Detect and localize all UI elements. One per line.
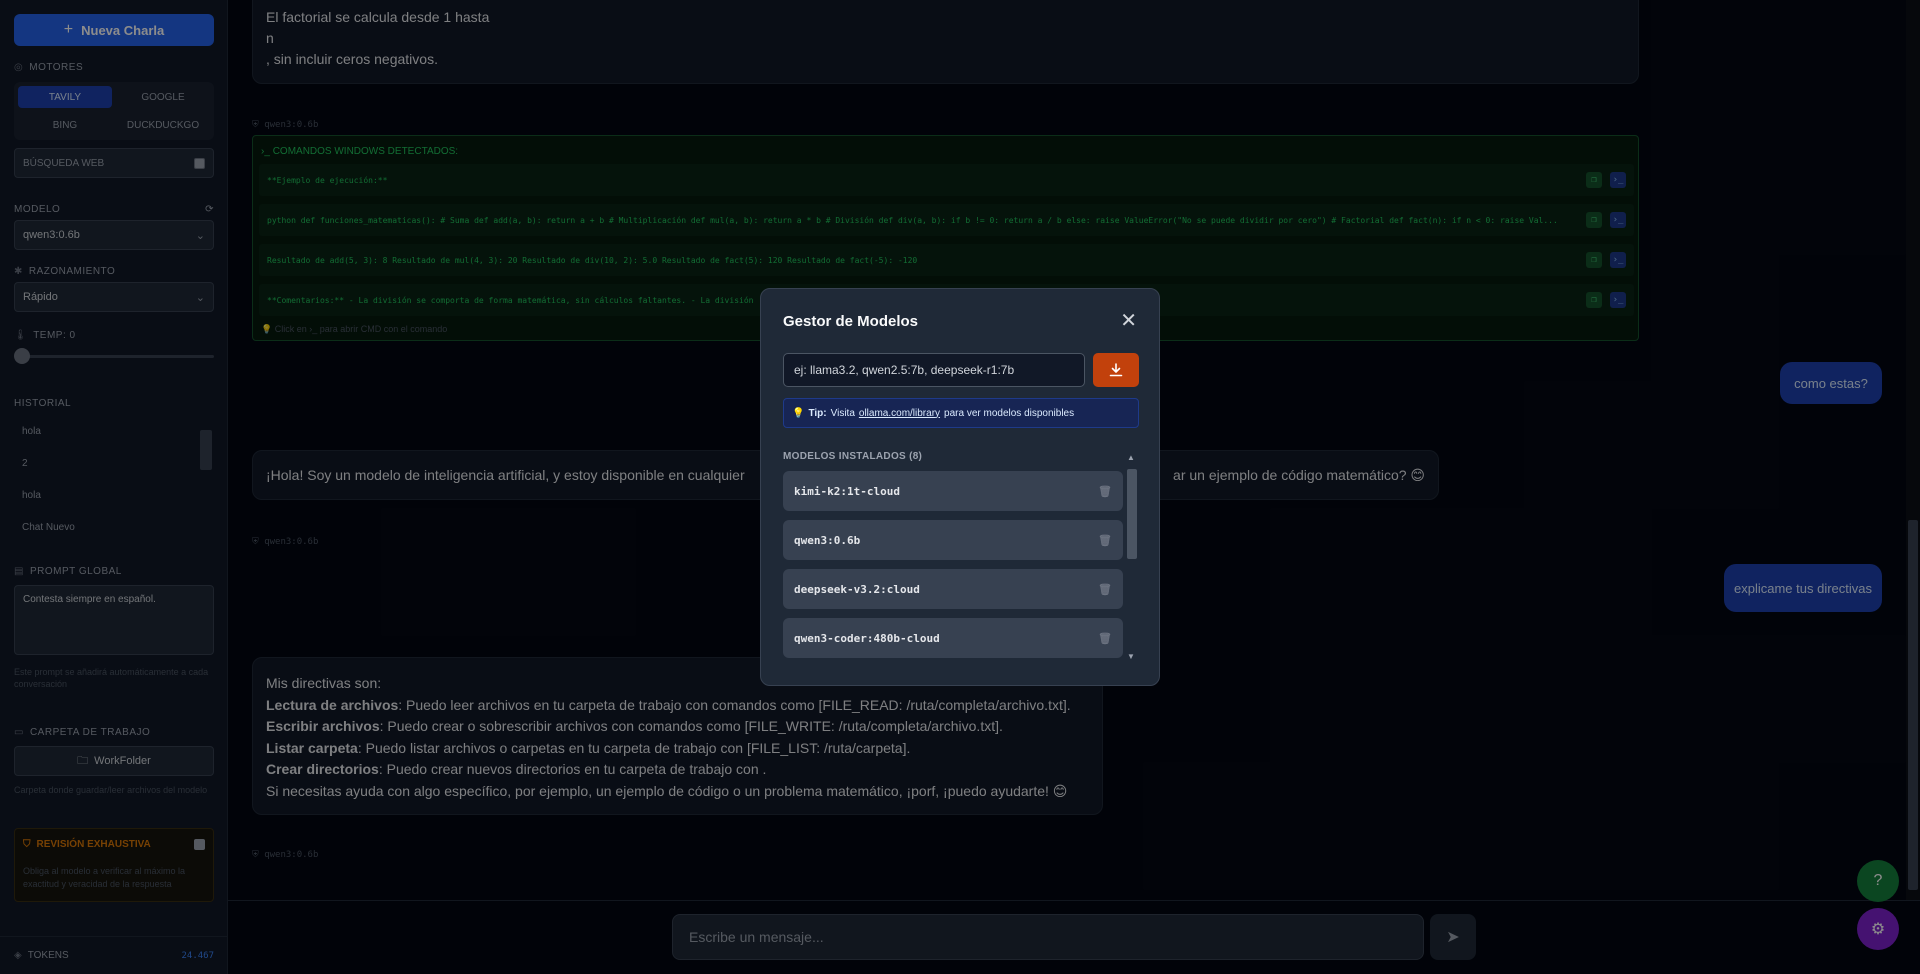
modal-title: Gestor de Modelos <box>783 313 919 330</box>
chevron-down-icon[interactable]: ▼ <box>1127 652 1135 661</box>
models-scrollbar[interactable]: ▲ ▼ <box>1125 451 1139 663</box>
model-item[interactable]: qwen3:0.6b 🗑 <box>783 520 1123 560</box>
trash-icon[interactable]: 🗑 <box>1098 485 1112 498</box>
model-manager-modal: Gestor de Modelos ✕ ej: llama3.2, qwen2.… <box>760 288 1160 686</box>
scrollbar-thumb[interactable] <box>1127 469 1137 559</box>
trash-icon[interactable]: 🗑 <box>1098 632 1112 645</box>
model-item[interactable]: deepseek-v3.2:cloud 🗑 <box>783 569 1123 609</box>
tip-box: 💡 Tip: Visita ollama.com/library para ve… <box>783 398 1139 428</box>
installed-models-label: MODELOS INSTALADOS (8) <box>783 451 923 462</box>
trash-icon[interactable]: 🗑 <box>1098 534 1112 547</box>
chevron-up-icon[interactable]: ▲ <box>1127 453 1135 462</box>
trash-icon[interactable]: 🗑 <box>1098 583 1112 596</box>
lightbulb-icon: 💡 <box>792 407 805 419</box>
installed-models-list: kimi-k2:1t-cloud 🗑 qwen3:0.6b 🗑 deepseek… <box>783 471 1123 667</box>
ollama-library-link[interactable]: ollama.com/library <box>859 408 940 419</box>
download-icon <box>1109 363 1123 377</box>
model-name-input[interactable]: ej: llama3.2, qwen2.5:7b, deepseek-r1:7b <box>783 353 1085 387</box>
model-item[interactable]: kimi-k2:1t-cloud 🗑 <box>783 471 1123 511</box>
download-button[interactable] <box>1093 353 1139 387</box>
model-item[interactable]: qwen3-coder:480b-cloud 🗑 <box>783 618 1123 658</box>
close-icon[interactable]: ✕ <box>1120 311 1137 331</box>
